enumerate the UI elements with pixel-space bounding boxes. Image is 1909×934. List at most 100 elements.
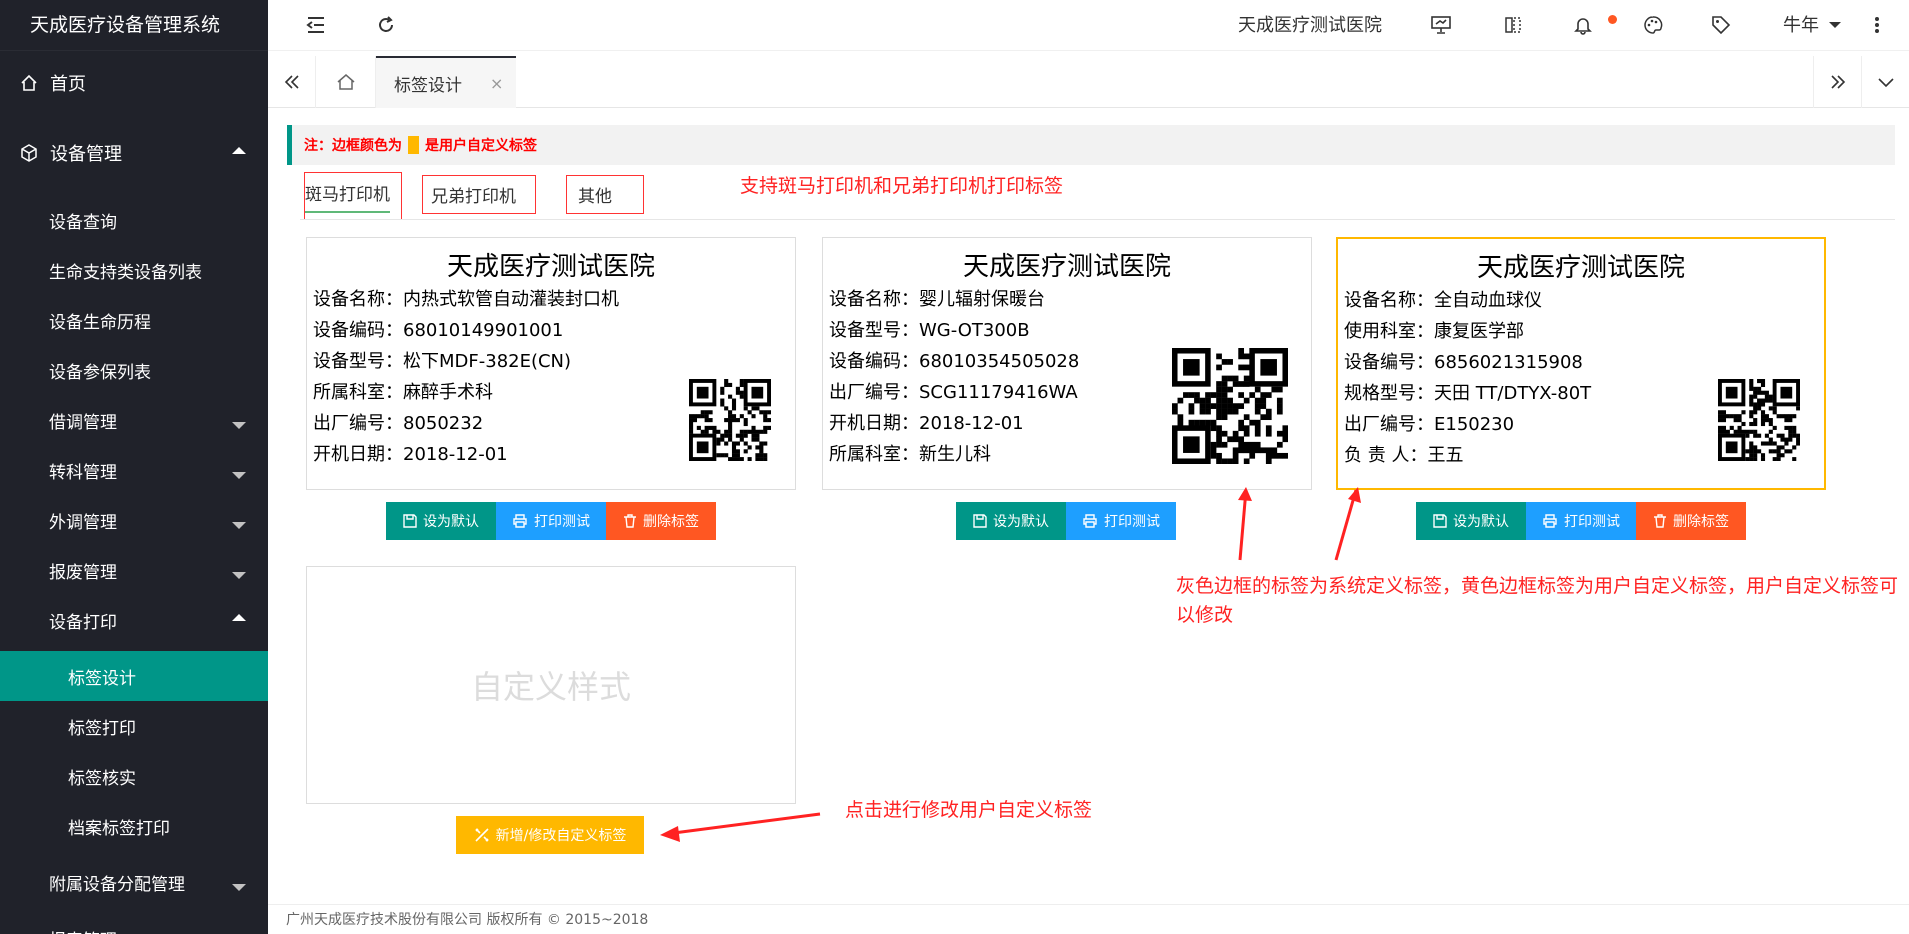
palette-icon[interactable] [1640, 12, 1666, 38]
caret-down-icon [232, 572, 246, 579]
set-default-button[interactable]: 设为默认 [956, 502, 1066, 540]
card-title: 天成医疗测试医院 [962, 252, 1171, 282]
more-icon[interactable] [1864, 12, 1890, 38]
sidebar-item-report-management[interactable]: 报表管理 [0, 913, 268, 934]
notification-badge [1608, 15, 1617, 24]
note-banner: 注：边框颜色为 是用户自定义标签 [287, 125, 1895, 165]
tab-label-design[interactable]: 标签设计 × [376, 56, 516, 108]
sidebar-item-label-design[interactable]: 标签设计 [0, 651, 268, 701]
save-icon [1433, 514, 1447, 528]
custom-style-card[interactable]: 自定义样式 [306, 566, 796, 804]
sidebar-item-insurance-list[interactable]: 设备参保列表 [0, 345, 268, 395]
sidebar-item-label: 报表管理 [49, 926, 117, 934]
tab-zebra-printer[interactable]: 斑马打印机 [304, 172, 402, 220]
sidebar-item-label-verify[interactable]: 标签核实 [0, 751, 268, 801]
sidebar-item-loan-management[interactable]: 借调管理 [0, 395, 268, 445]
qr-code-icon [1172, 348, 1288, 464]
user-menu[interactable]: 牛年 [1783, 0, 1819, 51]
sidebar-item-archive-label-print[interactable]: 档案标签打印 [0, 801, 268, 851]
sidebar-item-life-support-list[interactable]: 生命支持类设备列表 [0, 245, 268, 295]
sidebar-item-device-print[interactable]: 设备打印 [0, 595, 268, 645]
caret-up-icon [232, 614, 246, 621]
delete-label-button[interactable]: 删除标签 [606, 502, 716, 540]
tabs-prev-icon[interactable] [268, 56, 316, 108]
printer-icon [512, 514, 528, 528]
app-title: 天成医疗设备管理系统 [0, 0, 268, 51]
bell-icon[interactable] [1570, 12, 1596, 38]
custom-style-label: 自定义样式 [470, 668, 631, 706]
note-suffix: 是用户自定义标签 [425, 138, 537, 154]
sidebar-item-external-transfer[interactable]: 外调管理 [0, 495, 268, 545]
card-field: 所属科室：麻醉手术科 [313, 382, 493, 403]
tab-label: 标签设计 [394, 75, 462, 96]
sidebar-item-accessory-allocation[interactable]: 附属设备分配管理 [0, 851, 268, 913]
printer-icon [1082, 514, 1098, 528]
label-card-system-1[interactable]: 天成医疗测试医院 设备名称：内热式软管自动灌装封口机 设备编码：68010149… [306, 237, 796, 490]
tabs-next-icon[interactable] [1813, 56, 1861, 108]
tag-icon[interactable] [1708, 12, 1734, 38]
print-test-button[interactable]: 打印测试 [1066, 502, 1176, 540]
tab-brother-printer[interactable]: 兄弟打印机 [422, 175, 536, 214]
border-explain-annotation: 灰色边框的标签为系统定义标签，黄色边框标签为用户自定义标签，用户自定义标签可以修… [1176, 575, 1899, 626]
button-label: 删除标签 [1673, 514, 1729, 530]
sidebar-item-device-management[interactable]: 设备管理 [0, 113, 268, 193]
add-modify-custom-label-button[interactable]: 新增/修改自定义标签 [456, 816, 644, 854]
button-label: 打印测试 [534, 514, 590, 530]
sidebar-item-device-query[interactable]: 设备查询 [0, 195, 268, 245]
sidebar-item-label: 外调管理 [49, 512, 117, 533]
tabs-dropdown-icon[interactable] [1861, 56, 1909, 108]
sidebar-item-label: 借调管理 [49, 412, 117, 433]
refresh-icon[interactable] [373, 12, 399, 38]
card3-actions: 设为默认 打印测试 删除标签 [1416, 502, 1746, 540]
sidebar-item-label: 生命支持类设备列表 [49, 262, 202, 283]
caret-down-icon [232, 522, 246, 529]
yellow-swatch [408, 136, 419, 154]
caret-up-icon [232, 147, 246, 154]
layout-icon[interactable] [1500, 12, 1526, 38]
tab-other-printer[interactable]: 其他 [566, 175, 644, 214]
arrow-to-user-card [1334, 489, 1358, 561]
sidebar-item-home[interactable]: 首页 [0, 53, 268, 113]
card-field: 负 责 人：王五 [1344, 445, 1464, 466]
print-test-button[interactable]: 打印测试 [1526, 502, 1636, 540]
sidebar-menu: 首页 设备管理 设备查询 生命支持类设备列表 设备生命历程 设备参保列表 借调管… [0, 53, 268, 934]
shrink-menu-icon[interactable] [303, 12, 329, 38]
caret-down-icon [232, 884, 246, 891]
button-label: 设为默认 [993, 514, 1049, 530]
sidebar-item-label-print[interactable]: 标签打印 [0, 701, 268, 751]
card-title: 天成医疗测试医院 [446, 252, 655, 282]
sidebar-item-label: 设备管理 [50, 144, 122, 165]
sidebar: 天成医疗设备管理系统 首页 设备管理 设备查询 生命支持类设备列表 设备生命历程… [0, 0, 268, 934]
arrow-head [660, 826, 680, 842]
chevron-down-icon[interactable] [1822, 12, 1848, 38]
label-card-user-defined[interactable]: 天成医疗测试医院 设备名称：全自动血球仪 使用科室：康复医学部 设备编号：685… [1336, 237, 1826, 490]
sidebar-item-label: 首页 [50, 74, 86, 95]
sidebar-item-device-history[interactable]: 设备生命历程 [0, 295, 268, 345]
button-label: 删除标签 [643, 514, 699, 530]
note-prefix: 注：边框颜色为 [304, 138, 402, 154]
print-test-button[interactable]: 打印测试 [496, 502, 606, 540]
sidebar-item-label: 设备生命历程 [49, 312, 151, 333]
sidebar-item-label: 设备打印 [49, 612, 117, 633]
sidebar-item-scrap-management[interactable]: 报废管理 [0, 545, 268, 595]
footer: 广州天成医疗技术股份有限公司 版权所有 © 2015~2018 [268, 904, 1909, 934]
button-label: 设为默认 [423, 514, 479, 530]
save-icon [403, 514, 417, 528]
card-fields: 设备名称：婴儿辐射保暖台 设备型号：WG-OT300B 设备编码：6801035… [829, 284, 1079, 470]
card-field: 设备编号：6856021315908 [1344, 352, 1583, 373]
close-icon[interactable]: × [490, 74, 503, 93]
label-card-system-2[interactable]: 天成医疗测试医院 设备名称：婴儿辐射保暖台 设备型号：WG-OT300B 设备编… [822, 237, 1312, 490]
set-default-button[interactable]: 设为默认 [1416, 502, 1526, 540]
tab-home-icon[interactable] [316, 56, 376, 108]
delete-label-button[interactable]: 删除标签 [1636, 502, 1746, 540]
set-default-button[interactable]: 设为默认 [386, 502, 496, 540]
card-fields: 设备名称：全自动血球仪 使用科室：康复医学部 设备编号：685602131590… [1344, 285, 1591, 471]
home-icon [18, 72, 40, 94]
printer-support-annotation: 支持斑马打印机和兄弟打印机打印标签 [740, 175, 1064, 197]
sidebar-item-transfer-management[interactable]: 转科管理 [0, 445, 268, 495]
presentation-icon[interactable] [1428, 12, 1454, 38]
button-label: 打印测试 [1104, 514, 1160, 530]
sidebar-item-label: 标签设计 [68, 668, 136, 689]
sidebar-item-label: 报废管理 [49, 562, 117, 583]
tabs-bar: 标签设计 × [268, 56, 1909, 108]
